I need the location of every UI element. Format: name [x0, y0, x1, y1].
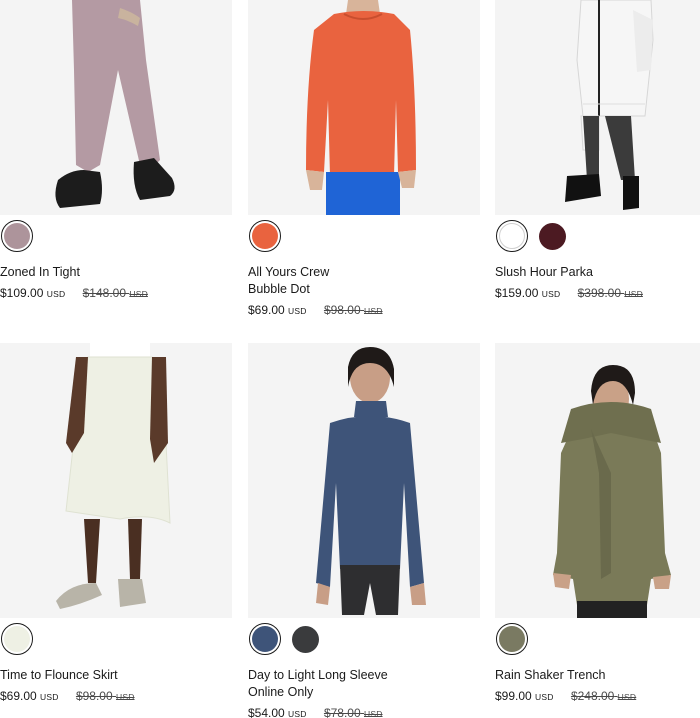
color-swatch-selected[interactable] [249, 623, 281, 655]
product-card[interactable]: Time to Flounce Skirt $69.00 USD $98.00 … [0, 343, 232, 705]
color-swatch-selected[interactable] [249, 220, 281, 252]
color-swatches [495, 622, 700, 656]
product-name-line: Online Only [248, 685, 314, 699]
swatch-color [252, 223, 278, 249]
swatch-color [252, 626, 278, 652]
long-sleeve-illustration [316, 347, 426, 615]
trench-coat-illustration [553, 365, 671, 618]
sale-price: $69.00 USD [0, 689, 59, 703]
leggings-illustration [55, 0, 175, 208]
parka-photo[interactable] [495, 0, 700, 215]
sweatshirt-illustration [306, 0, 416, 215]
swatch-color [499, 223, 525, 249]
original-price: $398.00 USD [577, 286, 643, 300]
sale-price: $54.00 USD [248, 706, 307, 718]
swatch-color [291, 625, 319, 653]
price-row: $69.00 USD $98.00 USD [0, 689, 232, 705]
swatch-color [499, 626, 525, 652]
color-swatch-selected[interactable] [1, 220, 33, 252]
price-row: $54.00 USD $78.00 USD [248, 706, 480, 718]
product-name[interactable]: Rain Shaker Trench [495, 667, 700, 684]
color-swatches [495, 219, 700, 253]
product-name[interactable]: Day to Light Long Sleeve Online Only [248, 667, 480, 701]
product-card[interactable]: Slush Hour Parka $159.00 USD $398.00 USD [495, 0, 700, 302]
product-card[interactable]: Zoned In Tight $109.00 USD $148.00 USD [0, 0, 232, 302]
product-card[interactable]: Day to Light Long Sleeve Online Only $54… [248, 343, 480, 718]
product-name[interactable]: Slush Hour Parka [495, 264, 700, 281]
product-name[interactable]: Zoned In Tight [0, 264, 232, 281]
product-name-line: Time to Flounce Skirt [0, 668, 118, 682]
parka-illustration [565, 0, 654, 210]
price-row: $159.00 USD $398.00 USD [495, 286, 700, 302]
swatch-color [4, 626, 30, 652]
color-swatches [0, 622, 232, 656]
sweatshirt-photo[interactable] [248, 0, 480, 215]
leggings-photo[interactable] [0, 0, 232, 215]
color-swatch-selected[interactable] [496, 623, 528, 655]
original-price: $248.00 USD [570, 689, 637, 703]
skirt-illustration [56, 343, 171, 609]
price-row: $99.00 USD $248.00 USD [495, 689, 700, 705]
original-price: $98.00 USD [323, 303, 383, 317]
product-card[interactable]: All Yours Crew Bubble Dot $69.00 USD $98… [248, 0, 480, 319]
product-name-line: Bubble Dot [248, 282, 310, 296]
color-swatch-selected[interactable] [496, 220, 528, 252]
product-name-line: Zoned In Tight [0, 265, 80, 279]
product-name-line: Slush Hour Parka [495, 265, 593, 279]
skirt-photo[interactable] [0, 343, 232, 618]
color-swatches [248, 219, 480, 253]
price-row: $109.00 USD $148.00 USD [0, 286, 232, 302]
product-card[interactable]: Rain Shaker Trench $99.00 USD $248.00 US… [495, 343, 700, 705]
color-swatch[interactable] [289, 623, 321, 655]
product-name[interactable]: Time to Flounce Skirt [0, 667, 232, 684]
color-swatch[interactable] [536, 220, 568, 252]
original-price: $78.00 USD [323, 706, 383, 718]
long-sleeve-photo[interactable] [248, 343, 480, 618]
color-swatches [248, 622, 480, 656]
sale-price: $109.00 USD [0, 286, 66, 300]
price-row: $69.00 USD $98.00 USD [248, 303, 480, 319]
original-price: $148.00 USD [82, 286, 148, 300]
swatch-color [538, 222, 566, 250]
product-name[interactable]: All Yours Crew Bubble Dot [248, 264, 480, 298]
sale-price: $69.00 USD [248, 303, 307, 317]
trench-coat-photo[interactable] [495, 343, 700, 618]
sale-price: $159.00 USD [495, 286, 561, 300]
color-swatch-selected[interactable] [1, 623, 33, 655]
product-name-line: Rain Shaker Trench [495, 668, 606, 682]
product-name-line: Day to Light Long Sleeve [248, 668, 388, 682]
sale-price: $99.00 USD [495, 689, 554, 703]
color-swatches [0, 219, 232, 253]
swatch-color [4, 223, 30, 249]
product-name-line: All Yours Crew [248, 265, 330, 279]
original-price: $98.00 USD [75, 689, 135, 703]
